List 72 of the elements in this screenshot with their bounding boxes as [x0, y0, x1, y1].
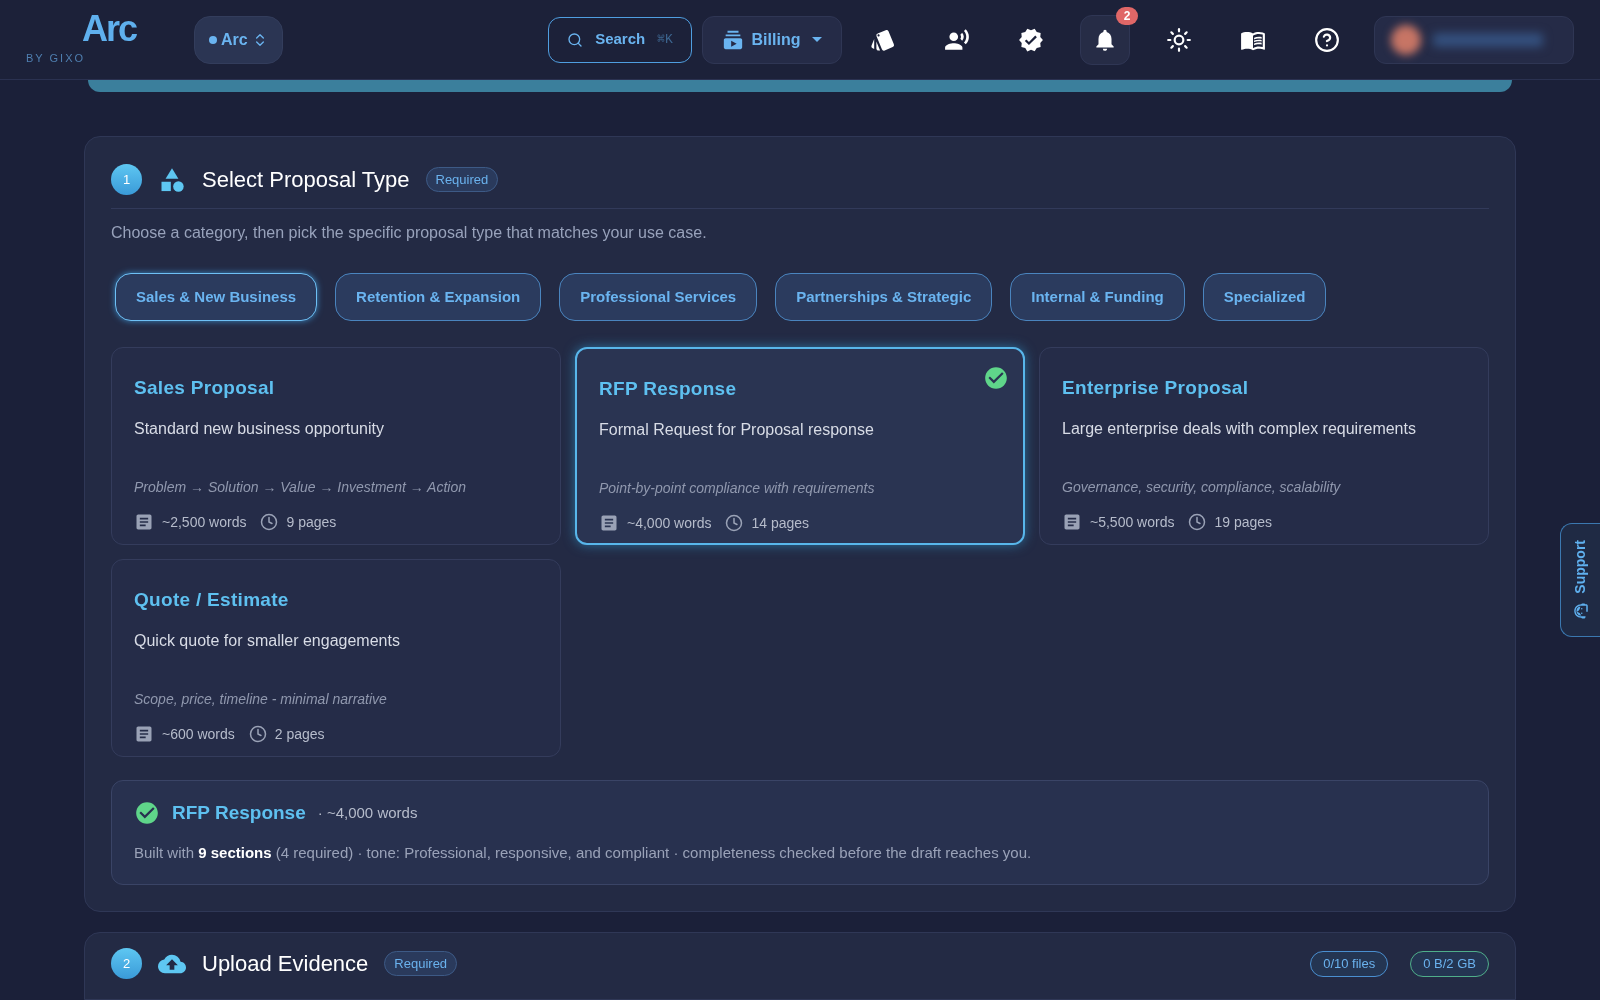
proposal-description: Formal Request for Proposal response	[599, 419, 875, 440]
clock-icon	[725, 514, 744, 532]
document-icon	[134, 512, 154, 532]
step-number: 2	[111, 948, 142, 979]
required-badge: Required	[425, 166, 499, 193]
support-tab[interactable]: Support	[1560, 523, 1600, 637]
section-title: Upload Evidence	[202, 950, 369, 978]
billing-icon	[721, 28, 744, 51]
user-profile[interactable]	[1374, 15, 1574, 64]
proposal-structure: Governance, security, compliance, scalability	[1062, 477, 1342, 497]
category-tab[interactable]: Internal & Funding	[1010, 273, 1185, 321]
search-label: Search	[595, 29, 646, 50]
word-count: ~5,500 words	[1090, 512, 1175, 532]
search-icon	[567, 31, 584, 48]
search-button[interactable]: Search ⌘K	[548, 16, 692, 63]
billing-dropdown[interactable]: Billing	[702, 15, 842, 64]
check-icon	[983, 365, 1009, 391]
help-icon	[1314, 26, 1340, 53]
proposal-card[interactable]: RFP Response Formal Request for Proposal response Point-by-point compliance with requirements ~4,000 words 14 pages	[575, 347, 1025, 545]
support-label: Support	[1571, 540, 1589, 594]
section-title: Select Proposal Type	[202, 166, 410, 194]
page-count: 9 pages	[286, 512, 337, 532]
category-tab[interactable]: Partnerships & Strategic	[775, 273, 993, 321]
proposal-title: Sales Proposal	[134, 376, 276, 400]
clock-icon	[260, 513, 279, 531]
person-speaking-icon	[944, 26, 970, 53]
proposal-description: Large enterprise deals with complex requirements	[1062, 418, 1417, 439]
document-icon	[134, 724, 154, 744]
keyboard-shortcut: ⌘K	[657, 30, 673, 49]
page-count: 14 pages	[751, 513, 810, 533]
proposal-description: Standard new business opportunity	[134, 418, 385, 439]
proposal-description: Quick quote for smaller engagements	[134, 630, 401, 651]
category-tab[interactable]: Professional Services	[559, 273, 758, 321]
category-tab[interactable]: Retention & Expansion	[335, 273, 542, 321]
logo[interactable]: Arc	[81, 12, 136, 47]
proposal-title: Enterprise Proposal	[1062, 376, 1250, 400]
proposal-card[interactable]: Sales Proposal Standard new business opportunity Problem → Solution → Value → Investment → Action ~2,500 words 9 pages	[111, 347, 561, 545]
proposal-title: RFP Response	[599, 377, 738, 401]
support-agent-icon	[1571, 601, 1590, 620]
summary-title: RFP Response	[172, 801, 306, 825]
sun-icon	[1166, 26, 1192, 53]
word-count: ~4,000 words	[627, 513, 712, 533]
page-count: 19 pages	[1214, 512, 1273, 532]
clock-icon	[248, 725, 267, 743]
proposal-card[interactable]: Enterprise Proposal Large enterprise deals with complex requirements Governance, security, compliance, scalability ~5,500 words 19 pages	[1039, 347, 1489, 545]
word-count: ~600 words	[162, 724, 235, 744]
usage-count: 0/10 files	[1310, 951, 1389, 977]
proposal-structure: Point-by-point compliance with requirements	[599, 478, 876, 498]
step-number: 1	[111, 164, 142, 195]
proposal-structure: Scope, price, timeline - minimal narrative	[134, 689, 388, 709]
word-count: ~2,500 words	[162, 512, 247, 532]
category-tab[interactable]: Sales & New Business	[115, 273, 318, 321]
summary-word-count: · ~4,000 words	[317, 803, 418, 823]
verified-badge-icon	[1018, 26, 1044, 53]
category-tab[interactable]: Specialized	[1202, 273, 1327, 321]
caret-icon	[812, 37, 823, 42]
usage-count: 0 B/2 GB	[1410, 951, 1489, 977]
proposal-structure: Problem → Solution → Value → Investment → Action	[134, 477, 467, 497]
avatar	[1391, 24, 1421, 55]
check-icon	[134, 800, 160, 827]
section-description: Choose a category, then pick the specific proposal type that matches your use case.	[111, 223, 708, 243]
document-icon	[599, 513, 619, 533]
page-count: 2 pages	[274, 724, 325, 744]
clock-icon	[1188, 513, 1207, 531]
required-badge: Required	[384, 950, 458, 977]
workspace-switcher[interactable]: Arc	[194, 15, 283, 64]
notification-count: 2	[1116, 6, 1138, 25]
proposal-card[interactable]: Quote / Estimate Quick quote for smaller engagements Scope, price, timeline - minimal narrative ~600 words 2 pages	[111, 559, 561, 757]
summary-text: Built with 9 sections (4 required) · tone: Professional, responsive, and compliant · completeness checked before the draft reaches you.	[134, 842, 1033, 863]
proposal-title: Quote / Estimate	[134, 588, 290, 612]
document-icon	[1062, 512, 1082, 532]
logo-subtitle: BY GIXO	[26, 51, 86, 67]
